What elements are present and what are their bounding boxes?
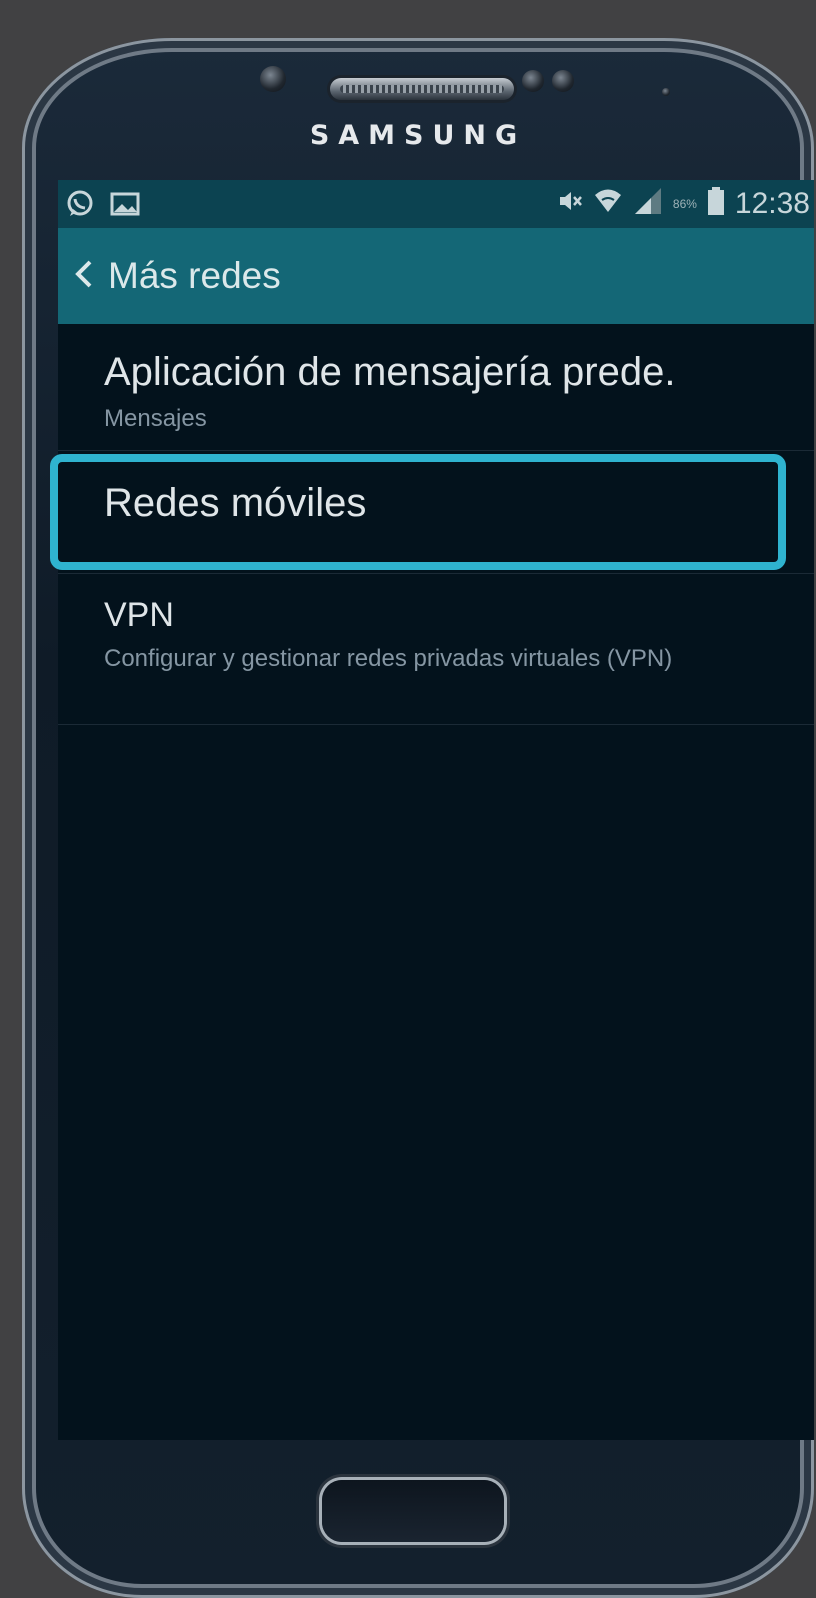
- phone-frame: SAMSUNG 86% 12:38 Más redes Aplicación d…: [22, 38, 814, 1598]
- action-bar: Más redes: [58, 228, 814, 324]
- page-title: Más redes: [108, 255, 281, 296]
- whatsapp-icon: [64, 188, 96, 225]
- light-sensor-icon: [552, 70, 574, 92]
- gallery-icon: [110, 191, 140, 222]
- battery-icon: [707, 186, 725, 221]
- mute-icon: [557, 188, 583, 219]
- status-system: 86% 12:38: [557, 186, 810, 221]
- list-item-title: VPN: [104, 596, 174, 634]
- list-item-mobile-networks[interactable]: Redes móviles: [58, 451, 814, 574]
- list-item-subtitle: Mensajes: [104, 405, 207, 432]
- battery-percent: 86%: [672, 196, 697, 211]
- home-button[interactable]: [322, 1480, 504, 1542]
- list-item-title: Redes móviles: [104, 481, 367, 525]
- brand-logo: SAMSUNG: [309, 120, 527, 151]
- clock: 12:38: [734, 186, 810, 220]
- proximity-sensor-icon: [522, 70, 544, 92]
- settings-list: Aplicación de mensajería prede. Mensajes…: [58, 324, 814, 725]
- signal-icon: [633, 186, 663, 221]
- status-notifications: [64, 188, 140, 225]
- wifi-icon: [593, 186, 623, 221]
- list-item-default-messaging-app[interactable]: Aplicación de mensajería prede. Mensajes: [58, 324, 814, 451]
- chevron-left-icon: [72, 258, 94, 295]
- list-item-vpn[interactable]: VPN Configurar y gestionar redes privada…: [58, 574, 814, 725]
- status-bar: 86% 12:38: [58, 180, 814, 228]
- earpiece-speaker: [330, 78, 514, 100]
- back-button[interactable]: Más redes: [58, 228, 281, 324]
- list-item-title: Aplicación de mensajería prede.: [104, 350, 676, 394]
- list-item-subtitle: Configurar y gestionar redes privadas vi…: [104, 645, 673, 672]
- screen: 86% 12:38 Más redes Aplicación de mensaj…: [58, 180, 814, 1440]
- front-camera-icon: [260, 66, 286, 92]
- notification-led-icon: [662, 88, 670, 96]
